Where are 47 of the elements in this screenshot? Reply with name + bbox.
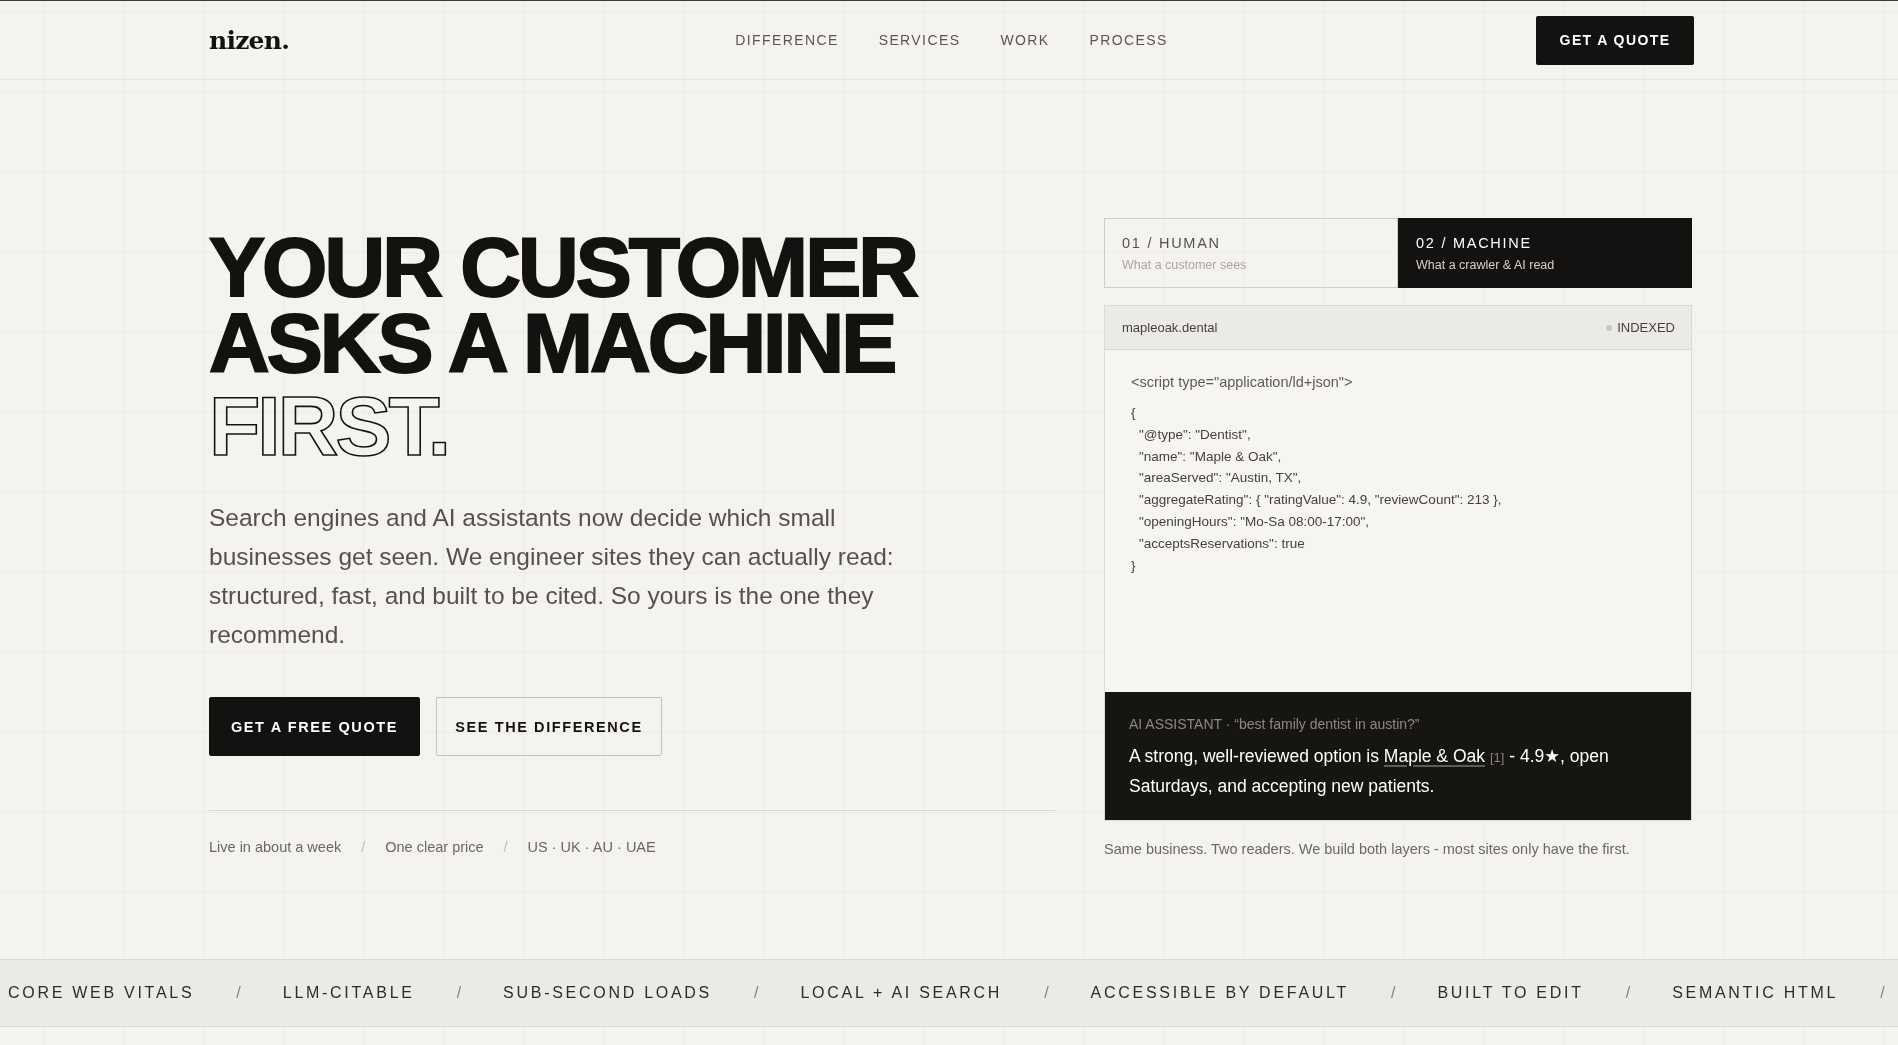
nav-link[interactable]: DIFFERENCE	[735, 32, 839, 48]
code-line: "aggregateRating": { "ratingValue": 4.9, "reviewCount": 213 },	[1138, 491, 1503, 510]
feature-label: ACCESSIBLE BY DEFAULT	[1090, 984, 1349, 1002]
separator: /	[236, 984, 241, 1002]
code-line: "@type": "Dentist",	[1138, 425, 1252, 444]
view-tab[interactable]: 02 / MACHINE What a crawler & AI read	[1398, 218, 1692, 288]
fact-text: Live in about a week	[209, 838, 342, 857]
caption-text: Same business. Two readers. We build both layers - most sites only have the first.	[1104, 840, 1631, 859]
assistant-query: AI ASSISTANT · “best family dentist in austin?”	[1129, 715, 1421, 734]
hero-headline: YOUR CUSTOMER ASKS A MACHINE FIRST.	[209, 229, 918, 464]
code-line: "name": "Maple & Oak",	[1138, 447, 1283, 466]
feature-label: SEMANTIC HTML	[1672, 984, 1839, 1002]
quote-button[interactable]: GET A QUOTE	[1536, 15, 1694, 65]
business-link[interactable]: Maple & Oak	[1383, 746, 1485, 766]
status-label: INDEXED	[1617, 320, 1675, 335]
separator: /	[1625, 984, 1631, 1002]
code-line: "acceptsReservations": true	[1138, 534, 1306, 553]
separator: /	[456, 984, 462, 1002]
fact-text: US · UK · AU · UAE	[527, 838, 656, 857]
brand-logo[interactable]: nizen.	[209, 25, 290, 55]
code-line: {	[1131, 404, 1137, 422]
separator: /	[1880, 984, 1885, 1002]
separator: /	[361, 838, 366, 857]
separator: /	[503, 838, 508, 857]
difference-button[interactable]: SEE THE DIFFERENCE	[436, 697, 662, 756]
feature-label: LOCAL + AI SEARCH	[800, 984, 1003, 1002]
separator: /	[1391, 984, 1396, 1002]
view-tab[interactable]: 01 / HUMAN What a customer sees	[1104, 218, 1398, 288]
site-url: mapleoak.dental	[1122, 320, 1218, 335]
feature-label: BUILT TO EDIT	[1437, 984, 1584, 1002]
code-line: "areaServed": "Austin, TX",	[1138, 469, 1303, 488]
nav-link[interactable]: PROCESS	[1089, 32, 1168, 48]
code-line: }	[1131, 556, 1137, 575]
feature-label: SUB-SECOND LOADS	[503, 984, 712, 1002]
status-dot-icon	[1606, 324, 1613, 331]
code-line: <script type="application/ld+json">	[1131, 373, 1354, 392]
assistant-answer: A strong, well-reviewed option is Maple & Oak [1] - 4.9★, open Saturdays, and accepting new patients.	[1129, 745, 1610, 798]
feature-label: CORE WEB VITALS	[8, 984, 195, 1002]
nav-link[interactable]: WORK	[1000, 32, 1050, 48]
feature-label: LLM-CITABLE	[282, 984, 415, 1002]
separator: /	[1044, 984, 1049, 1002]
code-line: "openingHours": "Mo-Sa 08:00-17:00",	[1138, 513, 1371, 531]
fact-text: One clear price	[385, 838, 484, 857]
nav-link[interactable]: SERVICES	[878, 32, 961, 48]
separator: /	[754, 984, 759, 1002]
hero-description: Search engines and AI assistants now decide which small businesses get seen. We engineer sites they can actually read: structured, fast, and built to be cited. So yours is the one they recommend.	[209, 503, 895, 650]
free-quote-button[interactable]: GET A FREE QUOTE	[209, 697, 420, 756]
